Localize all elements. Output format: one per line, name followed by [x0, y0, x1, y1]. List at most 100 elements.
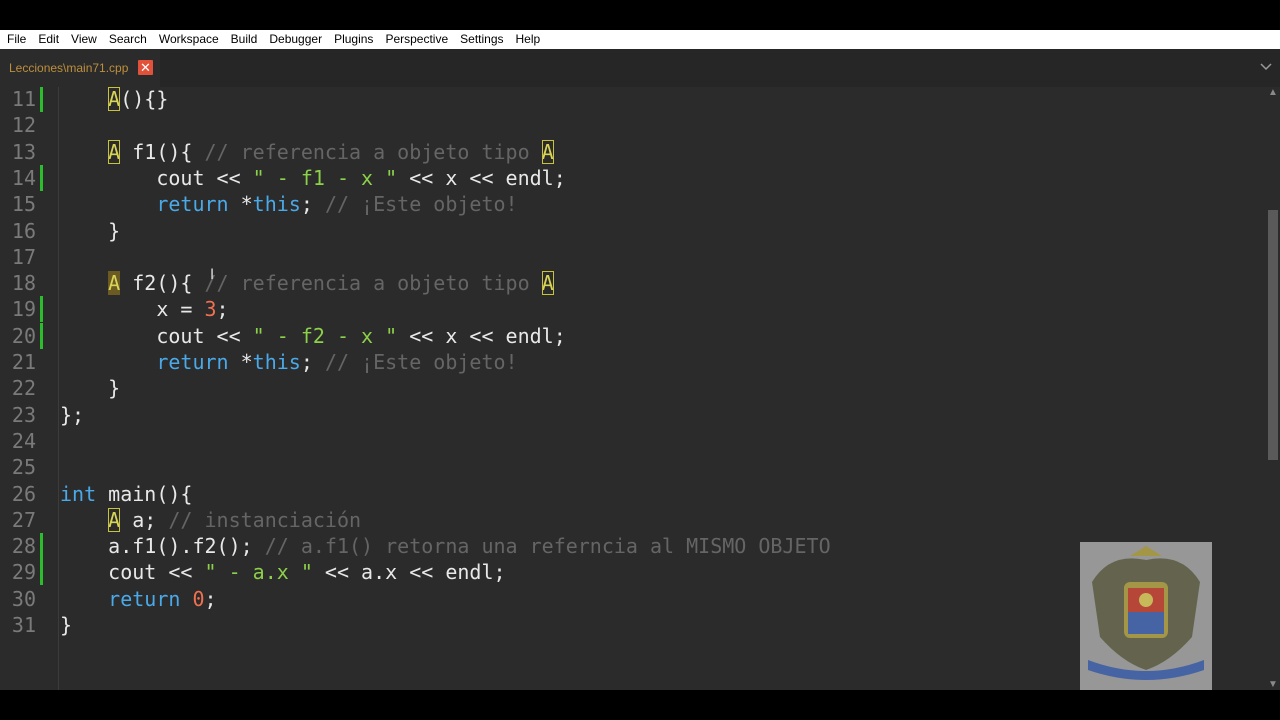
- code-token: ;: [204, 586, 217, 611]
- code-token: ;: [300, 192, 325, 217]
- code-line[interactable]: 29 cout << " - a.x " << a.x << endl;: [0, 559, 1266, 586]
- class-name-token: A: [541, 271, 554, 296]
- code-line[interactable]: 16 }: [0, 218, 1266, 244]
- code-token: *: [228, 350, 253, 374]
- code-line[interactable]: 31}: [0, 612, 1266, 638]
- number-token: 0: [192, 586, 205, 611]
- code-line[interactable]: 12: [0, 112, 1266, 138]
- menu-view[interactable]: View: [65, 30, 103, 49]
- code-line[interactable]: 23};: [0, 402, 1266, 428]
- code-text: int main(){: [60, 481, 192, 507]
- comment-token: // referencia a objeto tipo: [204, 271, 542, 296]
- line-number: 30: [11, 586, 36, 611]
- line-number: 18: [11, 271, 36, 296]
- comment-token: // ¡Este objeto!: [324, 192, 518, 217]
- line-number: 19: [11, 297, 36, 322]
- university-crest-logo: [1080, 542, 1212, 691]
- code-text: };: [60, 402, 84, 428]
- code-text: return 0;: [60, 586, 217, 612]
- code-token: ;: [300, 350, 325, 374]
- code-line[interactable]: 20 cout << " - f2 - x " << x << endl;: [0, 322, 1266, 349]
- line-number: 21: [11, 350, 36, 374]
- line-number: 23: [11, 402, 36, 427]
- code-line[interactable]: 26 int main(){: [0, 481, 1266, 507]
- menu-perspective[interactable]: Perspective: [379, 30, 454, 49]
- scroll-up-icon[interactable]: ▲: [1268, 87, 1278, 98]
- menu-settings[interactable]: Settings: [454, 30, 509, 49]
- line-number: 11: [11, 87, 36, 111]
- code-text: }: [60, 612, 72, 638]
- code-token: x =: [60, 297, 205, 322]
- code-text: A f1(){ // referencia a objeto tipo A: [60, 139, 554, 165]
- class-name-token: A: [108, 87, 121, 111]
- code-text: A(){}: [60, 87, 168, 112]
- vertical-scrollbar[interactable]: ▲ ▼: [1266, 87, 1280, 690]
- code-token: }: [60, 376, 121, 401]
- string-token: " - a.x ": [204, 560, 313, 585]
- code-line[interactable]: 15 return *this; // ¡Este objeto!: [0, 191, 1266, 217]
- tab-bar: Lecciones\main71.cpp ✕: [0, 49, 1280, 88]
- code-line[interactable]: 28 a.f1().f2(); // a.f1() retorna una re…: [0, 533, 1266, 560]
- menu-search[interactable]: Search: [103, 30, 153, 49]
- code-line[interactable]: 22 }: [0, 375, 1266, 401]
- line-number: 24: [11, 428, 36, 453]
- code-line[interactable]: 17: [0, 244, 1266, 270]
- scroll-down-icon[interactable]: ▼: [1268, 679, 1278, 690]
- menu-workspace[interactable]: Workspace: [153, 30, 225, 49]
- code-text: cout << " - a.x " << a.x << endl;: [60, 559, 505, 585]
- code-line[interactable]: 14 cout << " - f1 - x " << x << endl;: [0, 164, 1266, 191]
- menu-file[interactable]: File: [0, 30, 32, 49]
- code-line[interactable]: 18 A f2(){ // referencia a objeto tipo A: [0, 270, 1266, 296]
- code-token: << x << endl;: [397, 323, 566, 348]
- line-number: 13: [11, 139, 36, 164]
- comment-token: // ¡Este objeto!: [324, 350, 518, 374]
- comment-token: // a.f1() retorna una referncia al MISMO…: [264, 534, 831, 559]
- code-token: main(){: [96, 481, 193, 506]
- menu-plugins[interactable]: Plugins: [328, 30, 379, 49]
- line-number: 26: [11, 481, 36, 506]
- menu-edit[interactable]: Edit: [32, 30, 65, 49]
- keyword-token: this: [252, 192, 301, 217]
- tab-main71-cpp[interactable]: Lecciones\main71.cpp ✕: [0, 49, 160, 87]
- code-line[interactable]: 13 A f1(){ // referencia a objeto tipo A: [0, 139, 1266, 165]
- scrollbar-thumb[interactable]: [1268, 210, 1278, 460]
- string-token: " - f1 - x ": [252, 165, 398, 190]
- menu-build[interactable]: Build: [225, 30, 264, 49]
- chevron-down-icon[interactable]: [1260, 59, 1272, 74]
- code-line[interactable]: 21 return *this; // ¡Este objeto!: [0, 349, 1266, 375]
- code-token: f2(){: [120, 271, 205, 296]
- code-editor[interactable]: 11 A(){} 12 13 A f1(){ // referencia a obj…: [0, 87, 1266, 690]
- class-name-token-highlighted: A: [108, 271, 121, 296]
- code-line[interactable]: 24: [0, 428, 1266, 454]
- class-name-token: A: [108, 507, 121, 532]
- line-number: 29: [11, 560, 36, 585]
- menu-help[interactable]: Help: [510, 30, 547, 49]
- line-number: 17: [11, 244, 36, 269]
- modified-line-marker: [40, 87, 43, 112]
- code-token: };: [60, 402, 85, 427]
- code-line[interactable]: 27 A a; // instanciación: [0, 507, 1266, 533]
- menu-debugger[interactable]: Debugger: [263, 30, 328, 49]
- code-text: }: [60, 218, 120, 244]
- code-token: }: [60, 218, 121, 243]
- code-line[interactable]: 19 x = 3;: [0, 296, 1266, 323]
- code-token: a.f1().f2();: [60, 534, 265, 559]
- line-number: 31: [11, 613, 36, 637]
- line-number: 12: [11, 113, 36, 138]
- code-text: return *this; // ¡Este objeto!: [60, 349, 518, 375]
- code-line[interactable]: 11 A(){}: [0, 87, 1266, 112]
- code-text: x = 3;: [60, 296, 228, 322]
- modified-line-marker: [40, 164, 43, 191]
- code-text: return *this; // ¡Este objeto!: [60, 191, 518, 217]
- keyword-token: return: [108, 586, 181, 611]
- code-line[interactable]: 25: [0, 454, 1266, 480]
- close-icon[interactable]: ✕: [138, 60, 153, 75]
- code-token: (){}: [120, 87, 169, 111]
- string-token: " - f2 - x ": [252, 323, 398, 348]
- code-line[interactable]: 30 return 0;: [0, 586, 1266, 612]
- line-number: 16: [11, 218, 36, 243]
